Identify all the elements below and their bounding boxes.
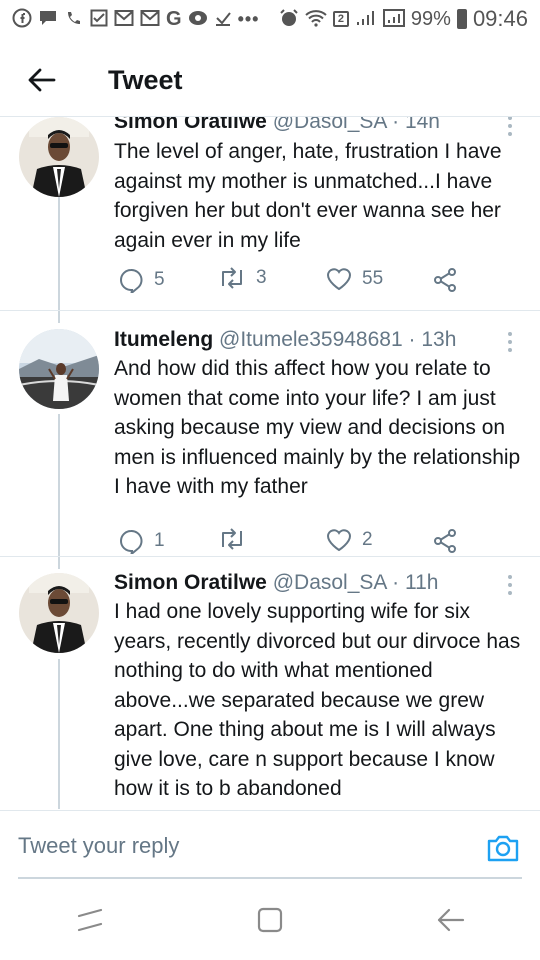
download-icon bbox=[214, 9, 232, 30]
author-name[interactable]: Simon Oratilwe bbox=[114, 571, 267, 594]
avatar[interactable] bbox=[19, 117, 99, 197]
tweet-time: 11h bbox=[404, 571, 439, 594]
camera-icon bbox=[487, 835, 519, 862]
reply-icon bbox=[119, 529, 143, 554]
retweet-button[interactable]: 3 bbox=[218, 267, 267, 289]
alarm-icon bbox=[279, 8, 299, 31]
heart-icon bbox=[326, 268, 352, 291]
tweet-text: I had one lovely supporting wife for six… bbox=[114, 600, 521, 800]
arrow-left-icon bbox=[28, 68, 56, 92]
wifi-icon bbox=[305, 9, 327, 30]
checkbox-icon bbox=[90, 9, 108, 30]
mail-icon bbox=[140, 9, 160, 30]
tweet-time: 14h bbox=[404, 117, 440, 133]
retweet-button[interactable] bbox=[218, 528, 256, 550]
android-nav-bar bbox=[0, 880, 540, 960]
tweet-header: Itumeleng @Itumele35948681 · 13h bbox=[114, 328, 456, 352]
battery-icon bbox=[456, 9, 467, 29]
back-icon bbox=[437, 908, 465, 932]
like-count: 55 bbox=[362, 268, 384, 289]
author-name[interactable]: Simon Oratilwe bbox=[114, 117, 267, 133]
mail-icon bbox=[114, 9, 134, 30]
camera-button[interactable] bbox=[486, 833, 520, 863]
missed-call-icon bbox=[64, 8, 84, 31]
nav-back-button[interactable] bbox=[420, 890, 480, 950]
status-notifications: G ••• bbox=[12, 8, 259, 31]
facebook-icon bbox=[12, 8, 32, 31]
tweet[interactable]: Simon Oratilwe @Dasol_SA · 11h I had one… bbox=[0, 557, 540, 809]
avatar[interactable] bbox=[19, 329, 99, 409]
reply-button[interactable]: 1 bbox=[118, 528, 165, 554]
author-name[interactable]: Itumeleng bbox=[114, 328, 213, 351]
home-icon bbox=[257, 907, 283, 933]
status-bar: G ••• 2 99% 09:46 bbox=[0, 0, 540, 38]
reply-count: 5 bbox=[154, 269, 165, 290]
tweet-header: Simon Oratilwe @Dasol_SA · 14h bbox=[114, 117, 440, 134]
like-button[interactable]: 55 bbox=[326, 267, 383, 291]
back-button[interactable] bbox=[12, 50, 72, 110]
share-icon bbox=[434, 529, 456, 553]
more-options-button[interactable] bbox=[506, 573, 514, 597]
like-count: 2 bbox=[362, 529, 373, 550]
reply-input-underline bbox=[18, 877, 522, 879]
chat-icon bbox=[38, 8, 58, 31]
author-handle[interactable]: @Dasol_SA bbox=[273, 117, 387, 133]
tweet-text: The level of anger, hate, frustration I … bbox=[114, 140, 502, 252]
separator: · bbox=[408, 328, 416, 351]
more-dots-icon: ••• bbox=[237, 9, 260, 29]
share-button[interactable] bbox=[432, 267, 458, 293]
app-header: Tweet bbox=[0, 44, 540, 117]
tweet[interactable]: Simon Oratilwe @Dasol_SA · 14h The level… bbox=[0, 117, 540, 307]
tweet-actions: 5 3 55 bbox=[114, 267, 514, 297]
signal-icon bbox=[382, 8, 405, 30]
recents-button[interactable] bbox=[60, 890, 120, 950]
reply-icon bbox=[119, 268, 143, 293]
more-options-button[interactable] bbox=[506, 117, 514, 138]
tweet-text: And how did this affect how you relate t… bbox=[114, 357, 521, 498]
tweet[interactable]: Itumeleng @Itumele35948681 · 13h And how… bbox=[0, 311, 540, 555]
clock: 09:46 bbox=[472, 6, 528, 31]
home-button[interactable] bbox=[240, 890, 300, 950]
tweet-time: 13h bbox=[421, 328, 457, 351]
record-icon bbox=[188, 10, 208, 29]
google-icon: G bbox=[166, 8, 182, 30]
reply-composer: Tweet your reply bbox=[0, 810, 540, 881]
status-system: 2 99% 09:46 bbox=[279, 6, 528, 32]
author-handle[interactable]: @Itumele35948681 bbox=[219, 328, 403, 351]
reply-input[interactable]: Tweet your reply bbox=[18, 829, 458, 863]
share-button[interactable] bbox=[432, 528, 458, 554]
retweet-count: 3 bbox=[256, 267, 267, 288]
reply-count: 1 bbox=[154, 530, 165, 551]
heart-icon bbox=[326, 529, 352, 552]
retweet-icon bbox=[222, 267, 242, 289]
tweet-thread[interactable]: Simon Oratilwe @Dasol_SA · 14h The level… bbox=[0, 117, 540, 809]
retweet-icon bbox=[222, 528, 242, 550]
battery-percent: 99% bbox=[410, 7, 451, 30]
separator: · bbox=[392, 571, 400, 594]
tweet-actions: 1 2 bbox=[114, 528, 514, 558]
avatar[interactable] bbox=[19, 573, 99, 653]
separator: · bbox=[392, 117, 400, 133]
page-title: Tweet bbox=[108, 64, 183, 95]
signal-icon bbox=[355, 9, 377, 30]
tweet-header: Simon Oratilwe @Dasol_SA · 11h bbox=[114, 571, 438, 595]
more-options-button[interactable] bbox=[506, 330, 514, 354]
author-handle[interactable]: @Dasol_SA bbox=[273, 571, 387, 594]
notification-badge: 2 bbox=[332, 11, 349, 27]
reply-button[interactable]: 5 bbox=[118, 267, 165, 293]
share-icon bbox=[434, 268, 456, 292]
like-button[interactable]: 2 bbox=[326, 528, 373, 552]
recents-icon bbox=[77, 908, 103, 932]
